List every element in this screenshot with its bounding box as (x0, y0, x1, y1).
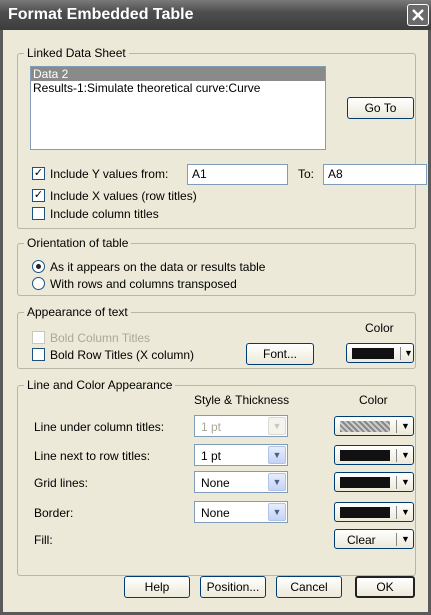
border-select[interactable]: None ▼ (194, 501, 288, 523)
chevron-down-icon: ▼ (268, 417, 286, 435)
text-color-header: Color (365, 321, 394, 335)
bold-column-titles-label: Bold Column Titles (50, 331, 151, 345)
include-x-label: Include X values (row titles) (50, 189, 197, 203)
color-swatch (340, 477, 390, 488)
chevron-down-icon: ▼ (268, 473, 286, 491)
orientation-transposed-radio[interactable] (32, 277, 45, 290)
line-next-to-row-label: Line next to row titles: (34, 449, 151, 463)
chevron-down-icon: ▼ (268, 446, 286, 464)
dropdown-arrow-icon: ▼ (401, 450, 410, 460)
fill-label: Fill: (34, 533, 53, 547)
border-label: Border: (34, 506, 74, 520)
line-color-header: Color (359, 393, 388, 407)
grid-lines-select[interactable]: None ▼ (194, 471, 288, 493)
bold-row-titles-label: Bold Row Titles (X column) (50, 348, 195, 362)
line-color-label: Line and Color Appearance (24, 378, 176, 392)
color-swatch (340, 421, 390, 432)
line-under-column-color[interactable]: ▼ (334, 416, 414, 436)
line-under-column-select[interactable]: 1 pt ▼ (194, 415, 288, 437)
goto-button[interactable]: Go To (347, 97, 414, 119)
appearance-text-label: Appearance of text (24, 305, 131, 319)
list-item[interactable]: Results-1:Simulate theoretical curve:Cur… (31, 81, 325, 95)
include-x-checkbox[interactable]: ✓ (32, 189, 45, 202)
to-label: To: (298, 167, 315, 181)
text-color-button[interactable]: ▼ (346, 343, 414, 363)
color-swatch (352, 348, 394, 359)
close-button[interactable] (407, 4, 429, 26)
orientation-transposed-label: With rows and columns transposed (50, 277, 237, 291)
ok-button[interactable]: OK (355, 576, 415, 598)
include-column-titles-checkbox[interactable] (32, 207, 45, 220)
dropdown-arrow-icon: ▼ (401, 421, 410, 431)
bold-column-titles-checkbox[interactable] (32, 331, 45, 344)
orientation-as-is-radio[interactable] (32, 260, 45, 273)
fill-value: Clear (347, 533, 376, 547)
color-swatch (340, 450, 390, 461)
color-swatch (340, 507, 390, 518)
grid-lines-label: Grid lines: (34, 476, 89, 490)
linked-data-sheet-label: Linked Data Sheet (24, 46, 129, 60)
list-item[interactable]: Data 2 (31, 67, 325, 81)
title-bar: Format Embedded Table (0, 0, 431, 30)
cancel-button[interactable]: Cancel (276, 576, 342, 598)
include-column-titles-label: Include column titles (50, 207, 159, 221)
data-sheet-list[interactable]: Data 2 Results-1:Simulate theoretical cu… (30, 66, 326, 150)
y-from-field[interactable]: A1 (187, 164, 288, 185)
line-next-to-row-color[interactable]: ▼ (334, 445, 414, 465)
include-y-label: Include Y values from: (50, 167, 169, 181)
dropdown-arrow-icon: ▼ (401, 507, 410, 517)
y-to-field[interactable]: A8 (323, 164, 427, 185)
border-color[interactable]: ▼ (334, 502, 414, 522)
close-icon (412, 9, 424, 21)
chevron-down-icon: ▼ (268, 503, 286, 521)
orientation-label: Orientation of table (24, 236, 132, 250)
bold-row-titles-checkbox[interactable] (32, 348, 45, 361)
include-y-checkbox[interactable]: ✓ (32, 167, 45, 180)
window-title: Format Embedded Table (8, 6, 194, 23)
dropdown-arrow-icon: ▼ (401, 534, 410, 544)
font-button[interactable]: Font... (246, 343, 314, 365)
help-button[interactable]: Help (124, 576, 190, 598)
position-button[interactable]: Position... (200, 576, 266, 598)
style-thickness-header: Style & Thickness (194, 393, 290, 407)
line-under-column-label: Line under column titles: (34, 420, 165, 434)
fill-color[interactable]: Clear ▼ (334, 529, 414, 549)
grid-lines-color[interactable]: ▼ (334, 472, 414, 492)
orientation-as-is-label: As it appears on the data or results tab… (50, 260, 266, 274)
format-embedded-table-dialog: Format Embedded Table Linked Data Sheet … (0, 0, 431, 615)
dropdown-arrow-icon: ▼ (401, 477, 410, 487)
line-next-to-row-select[interactable]: 1 pt ▼ (194, 444, 288, 466)
dropdown-arrow-icon: ▼ (404, 348, 413, 358)
